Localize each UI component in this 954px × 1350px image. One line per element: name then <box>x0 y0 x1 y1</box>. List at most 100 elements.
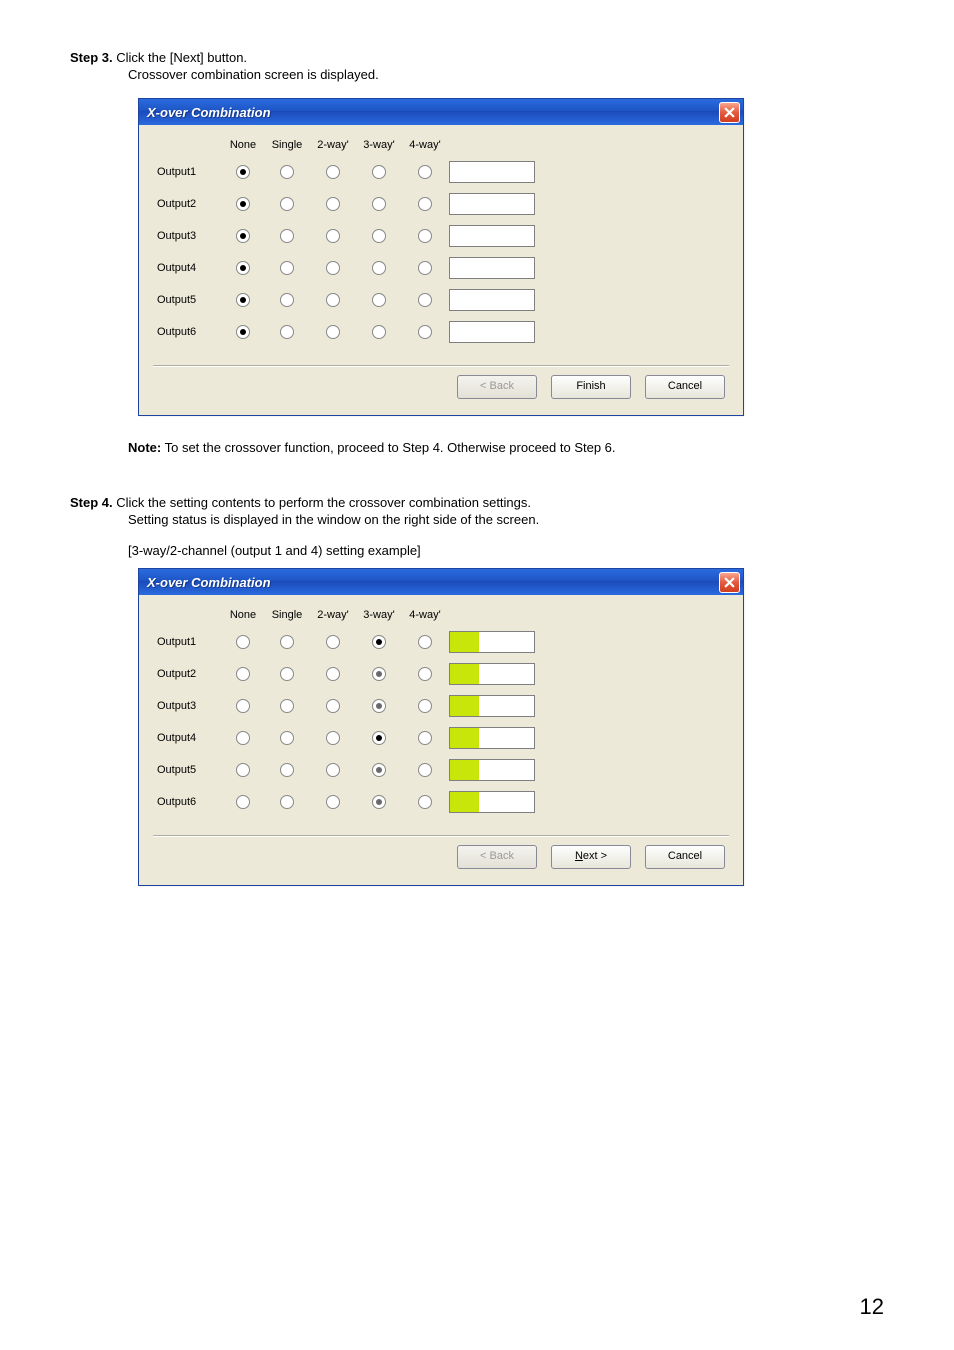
output-label: Output6 <box>153 326 221 338</box>
preview-box <box>449 759 535 781</box>
radio-option[interactable] <box>326 763 340 777</box>
radio-option[interactable] <box>236 261 250 275</box>
radio-option[interactable] <box>236 197 250 211</box>
radio-option[interactable] <box>372 197 386 211</box>
radio-option[interactable] <box>326 699 340 713</box>
dialog1-window: X-over Combination NoneSingle2-way'3-way… <box>138 98 744 416</box>
radio-option[interactable] <box>280 699 294 713</box>
dialog2-buttons: < Back Next > Cancel <box>153 845 729 875</box>
radio-option[interactable] <box>326 197 340 211</box>
dialog2-grid: NoneSingle2-way'3-way'4-way'Output1Outpu… <box>153 609 729 813</box>
radio-option[interactable] <box>326 795 340 809</box>
radio-option[interactable] <box>326 229 340 243</box>
radio-option[interactable] <box>326 261 340 275</box>
step4-text1: Click the setting contents to perform th… <box>116 495 531 510</box>
step3-text1: Click the [Next] button. <box>116 50 247 65</box>
radio-option[interactable] <box>280 795 294 809</box>
dialog1-grid: NoneSingle2-way'3-way'4-way'Output1Outpu… <box>153 139 729 343</box>
step3-label: Step 3. <box>70 50 113 65</box>
column-header: 4-way' <box>403 139 447 151</box>
output-label: Output3 <box>153 700 221 712</box>
radio-option[interactable] <box>280 635 294 649</box>
column-header: 3-way' <box>357 609 401 621</box>
close-icon[interactable] <box>719 102 740 123</box>
radio-option[interactable] <box>280 165 294 179</box>
preview-box <box>449 161 535 183</box>
output-label: Output2 <box>153 668 221 680</box>
radio-option[interactable] <box>280 293 294 307</box>
radio-option[interactable] <box>280 731 294 745</box>
radio-option[interactable] <box>236 667 250 681</box>
radio-option[interactable] <box>372 293 386 307</box>
output-label: Output5 <box>153 764 221 776</box>
finish-button[interactable]: Finish <box>551 375 631 399</box>
back-button: < Back <box>457 845 537 869</box>
output-label: Output1 <box>153 166 221 178</box>
cancel-button[interactable]: Cancel <box>645 375 725 399</box>
radio-option[interactable] <box>280 667 294 681</box>
radio-option[interactable] <box>326 667 340 681</box>
step4-text2: Setting status is displayed in the windo… <box>128 512 884 527</box>
dialog2-window: X-over Combination NoneSingle2-way'3-way… <box>138 568 744 886</box>
radio-option[interactable] <box>418 699 432 713</box>
radio-option[interactable] <box>418 731 432 745</box>
dialog2-titlebar: X-over Combination <box>139 569 743 595</box>
radio-option[interactable] <box>372 699 386 713</box>
close-icon[interactable] <box>719 572 740 593</box>
radio-option[interactable] <box>280 229 294 243</box>
column-header: None <box>223 139 263 151</box>
radio-option[interactable] <box>326 165 340 179</box>
cancel-button[interactable]: Cancel <box>645 845 725 869</box>
radio-option[interactable] <box>418 795 432 809</box>
radio-option[interactable] <box>326 635 340 649</box>
radio-option[interactable] <box>326 293 340 307</box>
radio-option[interactable] <box>280 325 294 339</box>
radio-option[interactable] <box>326 325 340 339</box>
radio-option[interactable] <box>326 731 340 745</box>
preview-box <box>449 321 535 343</box>
radio-option[interactable] <box>280 197 294 211</box>
column-header: 2-way' <box>311 139 355 151</box>
radio-option[interactable] <box>372 667 386 681</box>
radio-option[interactable] <box>236 795 250 809</box>
radio-option[interactable] <box>418 325 432 339</box>
column-header: 4-way' <box>403 609 447 621</box>
radio-option[interactable] <box>418 763 432 777</box>
output-label: Output3 <box>153 230 221 242</box>
radio-option[interactable] <box>372 261 386 275</box>
radio-option[interactable] <box>418 635 432 649</box>
radio-option[interactable] <box>280 763 294 777</box>
radio-option[interactable] <box>418 667 432 681</box>
dialog2-body: NoneSingle2-way'3-way'4-way'Output1Outpu… <box>139 595 743 885</box>
radio-option[interactable] <box>280 261 294 275</box>
radio-option[interactable] <box>418 261 432 275</box>
radio-option[interactable] <box>418 293 432 307</box>
radio-option[interactable] <box>418 229 432 243</box>
radio-option[interactable] <box>236 293 250 307</box>
radio-option[interactable] <box>236 763 250 777</box>
radio-option[interactable] <box>236 699 250 713</box>
radio-option[interactable] <box>236 165 250 179</box>
radio-option[interactable] <box>236 731 250 745</box>
radio-option[interactable] <box>418 165 432 179</box>
step3-block: Step 3. Click the [Next] button. Crossov… <box>70 50 884 82</box>
radio-option[interactable] <box>372 635 386 649</box>
preview-box <box>449 631 535 653</box>
radio-option[interactable] <box>236 229 250 243</box>
radio-option[interactable] <box>372 731 386 745</box>
output-label: Output2 <box>153 198 221 210</box>
next-button[interactable]: Next > <box>551 845 631 869</box>
radio-option[interactable] <box>372 325 386 339</box>
note-label: Note: <box>128 440 161 455</box>
preview-box <box>449 289 535 311</box>
radio-option[interactable] <box>236 635 250 649</box>
output-label: Output4 <box>153 732 221 744</box>
radio-option[interactable] <box>372 229 386 243</box>
column-header: 2-way' <box>311 609 355 621</box>
radio-option[interactable] <box>372 795 386 809</box>
radio-option[interactable] <box>372 763 386 777</box>
radio-option[interactable] <box>236 325 250 339</box>
radio-option[interactable] <box>372 165 386 179</box>
radio-option[interactable] <box>418 197 432 211</box>
step3-text2: Crossover combination screen is displaye… <box>128 67 884 82</box>
